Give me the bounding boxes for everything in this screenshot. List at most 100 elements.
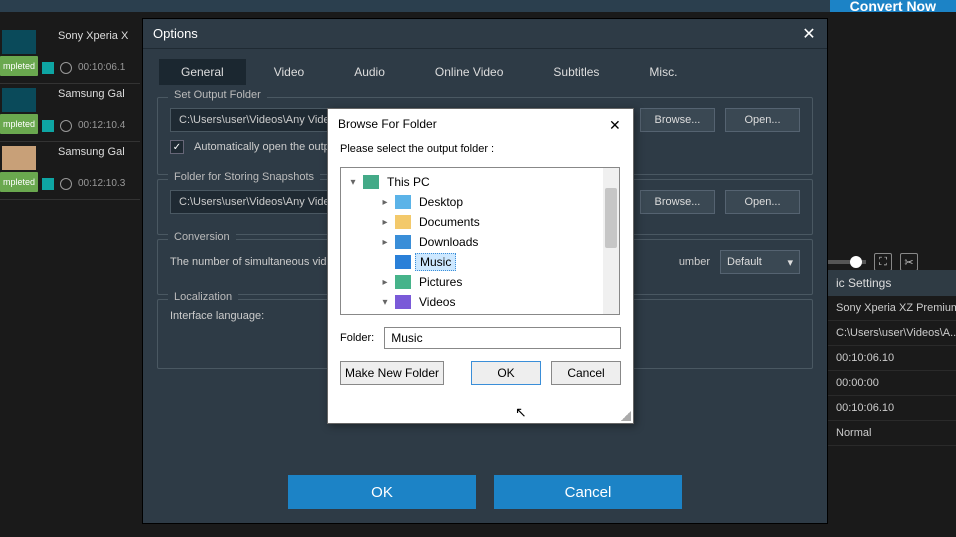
conversion-label: The number of simultaneous vid <box>170 256 327 268</box>
tab-audio[interactable]: Audio <box>332 59 407 85</box>
options-footer: OK Cancel <box>143 475 827 509</box>
scissors-icon[interactable]: ✂ <box>900 253 918 271</box>
video-duration: 00:12:10.4 <box>78 120 125 131</box>
auto-open-label: Automatically open the outp <box>194 141 330 153</box>
tab-misc[interactable]: Misc. <box>627 59 699 85</box>
open-button[interactable]: Open... <box>725 108 800 132</box>
browse-instruction: Please select the output folder : <box>328 139 633 167</box>
browse-button[interactable]: Browse... <box>640 108 715 132</box>
scrollbar[interactable] <box>603 168 619 314</box>
tab-video[interactable]: Video <box>252 59 326 85</box>
info-row: 00:10:06.10 <box>828 346 956 371</box>
auto-open-checkbox[interactable] <box>170 140 184 154</box>
make-new-folder-button[interactable]: Make New Folder <box>340 361 444 385</box>
options-ok-button[interactable]: OK <box>288 475 476 509</box>
video-duration: 00:10:06.1 <box>78 62 125 73</box>
folder-icon <box>395 275 411 289</box>
expand-icon[interactable]: ⛶ <box>874 253 892 271</box>
tab-general[interactable]: General <box>159 59 246 85</box>
tree-item-documents[interactable]: ▸ Documents <box>341 212 619 232</box>
expander-icon[interactable]: ▸ <box>379 197 391 208</box>
tree-item-music[interactable]: Music <box>341 252 619 272</box>
slider[interactable] <box>826 260 866 264</box>
convert-now-button[interactable]: Convert Now <box>830 0 956 12</box>
options-cancel-button[interactable]: Cancel <box>494 475 682 509</box>
tree-label: This PC <box>383 174 434 190</box>
video-row[interactable]: mpleted Samsung Gal 00:12:10.4 <box>0 84 140 142</box>
expander-icon[interactable]: ▸ <box>379 217 391 228</box>
folder-tree[interactable]: ▾ This PC ▸ Desktop ▸ Documents ▸ Downloads Musi… <box>340 167 620 315</box>
tree-label: Downloads <box>415 234 482 250</box>
folder-icon <box>395 235 411 249</box>
info-header: ic Settings <box>828 270 956 296</box>
language-label: Interface language: <box>170 310 264 322</box>
tree-item-downloads[interactable]: ▸ Downloads <box>341 232 619 252</box>
status-badge: mpleted <box>0 56 38 76</box>
video-title: Samsung Gal <box>58 88 125 100</box>
scrollbar-thumb[interactable] <box>605 188 617 248</box>
threads-select[interactable]: Default▾ <box>720 250 800 274</box>
video-title: Samsung Gal <box>58 146 125 158</box>
video-title: Sony Xperia X <box>58 30 128 42</box>
info-panel: ic Settings Sony Xperia XZ Premium C:\Us… <box>828 270 956 446</box>
expander-icon[interactable]: ▸ <box>379 277 391 288</box>
folder-row: Folder: <box>340 327 621 349</box>
folder-name-input[interactable] <box>384 327 621 349</box>
close-icon[interactable]: ✕ <box>801 26 817 42</box>
tree-item-pictures[interactable]: ▸Pictures <box>341 272 619 292</box>
expander-icon[interactable]: ▾ <box>347 177 359 188</box>
tree-item-videos[interactable]: ▾ Videos <box>341 292 619 312</box>
checkbox-icon[interactable] <box>42 62 54 74</box>
video-duration: 00:12:10.3 <box>78 178 125 189</box>
expander-icon[interactable]: ▸ <box>379 237 391 248</box>
video-row[interactable]: mpleted Samsung Gal 00:12:10.3 <box>0 142 140 200</box>
group-title: Conversion <box>168 231 236 243</box>
tree-item-this-pc[interactable]: ▾ This PC <box>341 172 619 192</box>
group-title: Folder for Storing Snapshots <box>168 171 320 183</box>
checkbox-icon[interactable] <box>42 178 54 190</box>
status-badge: mpleted <box>0 114 38 134</box>
video-row[interactable]: mpleted Sony Xperia X 00:10:06.1 <box>0 26 140 84</box>
group-title: Localization <box>168 291 238 303</box>
checkbox-icon[interactable] <box>42 120 54 132</box>
close-icon[interactable]: ✕ <box>609 117 623 131</box>
options-titlebar: Options ✕ <box>143 19 827 49</box>
tab-row: General Video Audio Online Video Subtitl… <box>143 49 827 93</box>
folder-icon <box>395 195 411 209</box>
clock-icon <box>60 62 72 74</box>
browse-buttons: Make New Folder OK Cancel <box>328 349 633 397</box>
clock-icon <box>60 178 72 190</box>
status-badge: mpleted <box>0 172 38 192</box>
clock-icon <box>60 120 72 132</box>
tab-online-video[interactable]: Online Video <box>413 59 526 85</box>
folder-icon <box>395 215 411 229</box>
tree-label: Documents <box>415 214 484 230</box>
expander-icon[interactable]: ▾ <box>379 297 391 308</box>
slider-thumb[interactable] <box>850 256 862 268</box>
browse-button[interactable]: Browse... <box>640 190 715 214</box>
info-row: Normal <box>828 421 956 446</box>
tree-label: Desktop <box>415 194 467 210</box>
browse-cancel-button[interactable]: Cancel <box>551 361 621 385</box>
group-title: Set Output Folder <box>168 89 267 101</box>
tab-subtitles[interactable]: Subtitles <box>531 59 621 85</box>
video-thumb <box>2 88 36 112</box>
open-button[interactable]: Open... <box>725 190 800 214</box>
video-list: mpleted Sony Xperia X 00:10:06.1 mpleted… <box>0 26 140 200</box>
tree-label: Music <box>415 253 456 271</box>
tree-label: Videos <box>415 294 459 310</box>
info-row: 00:10:06.10 <box>828 396 956 421</box>
tree-item-desktop[interactable]: ▸ Desktop <box>341 192 619 212</box>
folder-icon <box>395 255 411 269</box>
browse-title: Browse For Folder <box>338 117 437 131</box>
info-row: 00:00:00 <box>828 371 956 396</box>
volume-slider-area: ⛶ ✂ <box>826 252 956 272</box>
resize-grip-icon[interactable] <box>621 411 631 421</box>
browse-folder-dialog: Browse For Folder ✕ Please select the ou… <box>327 108 634 424</box>
chevron-down-icon: ▾ <box>787 256 793 269</box>
browse-ok-button[interactable]: OK <box>471 361 541 385</box>
folder-icon <box>363 175 379 189</box>
video-thumb <box>2 30 36 54</box>
info-row: Sony Xperia XZ Premium <box>828 296 956 321</box>
number-label: umber <box>679 256 710 268</box>
